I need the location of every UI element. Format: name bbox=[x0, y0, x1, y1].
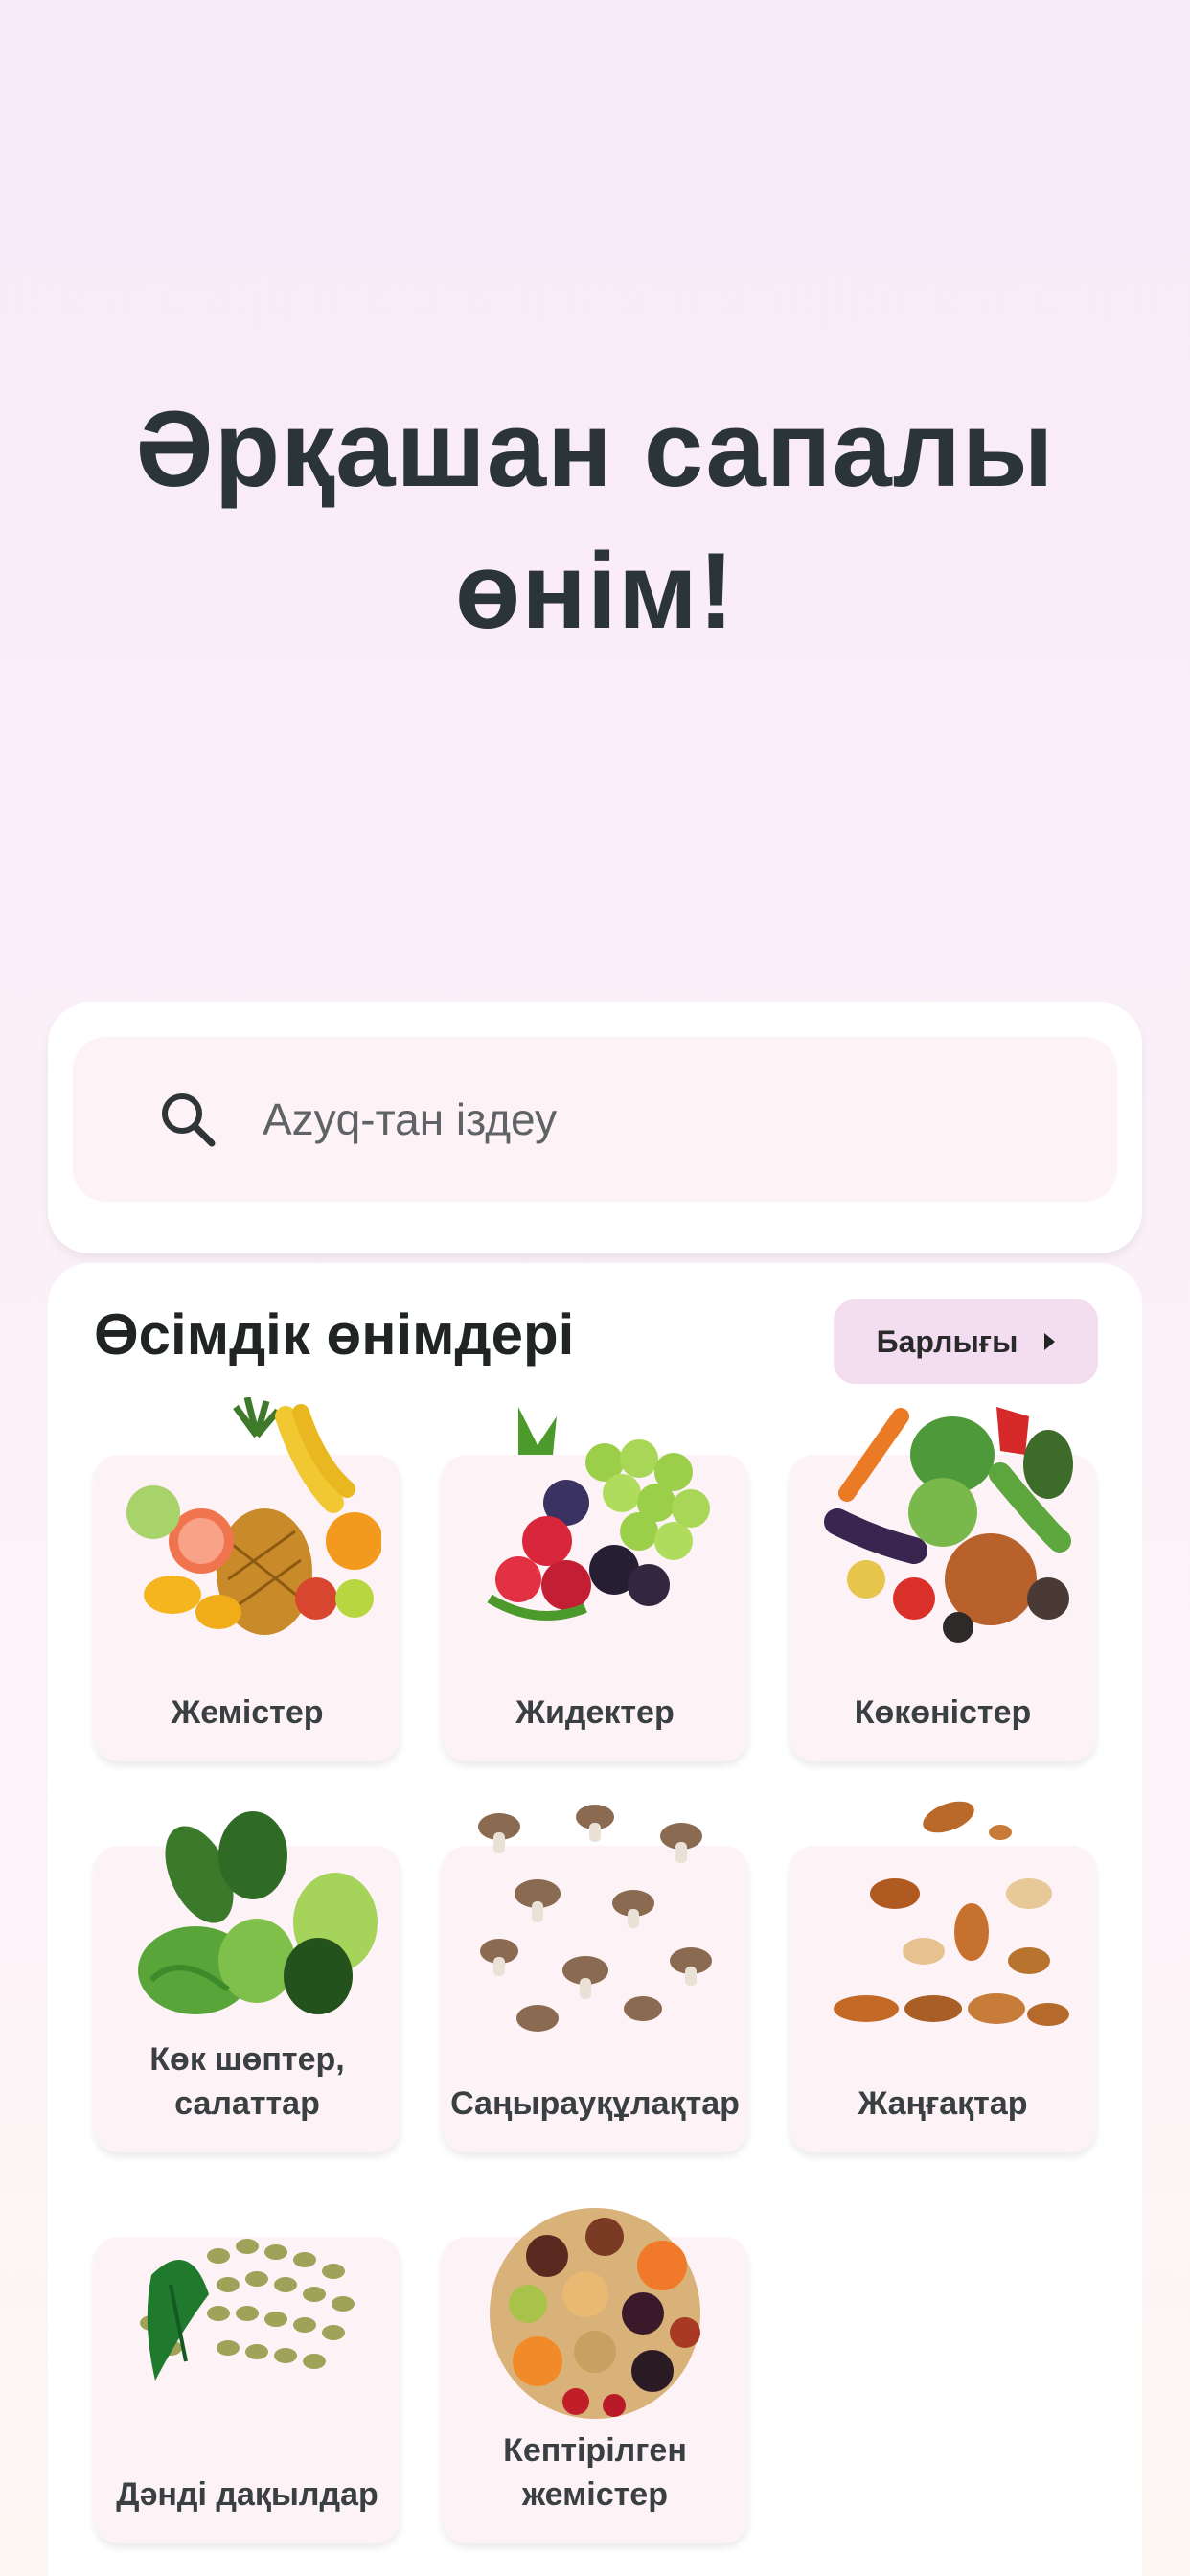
category-label: Саңырауқұлақтар bbox=[450, 2085, 740, 2122]
nuts-image bbox=[834, 1801, 1069, 2026]
dried-fruits-image bbox=[490, 2208, 700, 2419]
category-tile-mushrooms[interactable]: Саңырауқұлақтар bbox=[442, 1805, 748, 2152]
fruits-image bbox=[126, 1397, 381, 1635]
hero-title: Әрқашан сапалы өнім! bbox=[0, 379, 1190, 662]
category-tile-nuts[interactable]: Жаңғақтар bbox=[790, 1801, 1096, 2152]
search-icon[interactable] bbox=[157, 1089, 218, 1150]
category-label: Кептірілген жемістер bbox=[503, 2432, 687, 2513]
chevron-right-icon bbox=[1044, 1333, 1056, 1350]
category-tile-grains[interactable]: Дәнді дақылдар bbox=[94, 2237, 400, 2543]
category-label: Көкөністер bbox=[854, 1694, 1032, 1731]
search-card bbox=[48, 1002, 1142, 1254]
category-label: Дәнді дақылдар bbox=[116, 2476, 378, 2513]
grains-image bbox=[140, 2239, 355, 2380]
category-label: Көк шөптер, салаттар bbox=[149, 2041, 345, 2122]
category-label: Жаңғақтар bbox=[858, 2085, 1028, 2122]
search-bar[interactable] bbox=[73, 1037, 1117, 1202]
category-tile-vegetables[interactable]: Көкөністер bbox=[790, 1407, 1096, 1761]
section-title: Өсімдік өнімдері bbox=[94, 1302, 575, 1367]
see-all-label: Барлығы bbox=[876, 1323, 1018, 1359]
category-tile-fruits[interactable]: Жемістер bbox=[94, 1397, 400, 1761]
category-label: Жемістер bbox=[171, 1694, 324, 1731]
hero-title-line-2: өнім! bbox=[454, 531, 736, 651]
category-tile-berries[interactable]: Жидектер bbox=[442, 1407, 748, 1761]
mushrooms-image bbox=[478, 1805, 712, 2032]
category-label: Жидектер bbox=[515, 1694, 675, 1731]
category-section: Өсімдік өнімдері Барлығы Жемістер Жидект… bbox=[48, 1263, 1142, 2576]
berries-image bbox=[487, 1407, 710, 1621]
search-input[interactable] bbox=[263, 1093, 1029, 1145]
vegetables-image bbox=[824, 1407, 1073, 1643]
greens-image bbox=[138, 1811, 378, 2014]
category-tile-greens[interactable]: Көк шөптер, салаттар bbox=[94, 1811, 400, 2152]
hero-title-line-1: Әрқашан сапалы bbox=[135, 389, 1055, 509]
category-tile-dried-fruits[interactable]: Кептірілген жемістер bbox=[442, 2208, 748, 2543]
see-all-button[interactable]: Барлығы bbox=[834, 1300, 1098, 1384]
